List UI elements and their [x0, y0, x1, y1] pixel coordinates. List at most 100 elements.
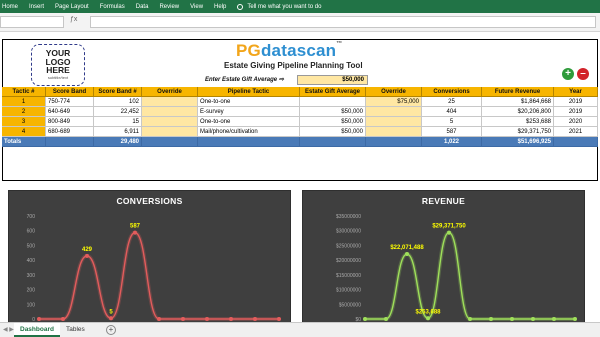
- data-point: [85, 253, 89, 258]
- cell-future-revenue[interactable]: $1,864,668: [482, 97, 554, 107]
- cell-score-override[interactable]: [142, 127, 198, 137]
- logo-tagline: subtitle/text: [47, 74, 69, 80]
- data-point: [109, 316, 113, 321]
- tab-scroll-arrows-icon[interactable]: ◀ ▶: [3, 326, 14, 333]
- cell-conversions[interactable]: 5: [422, 117, 482, 127]
- y-tick-label: $30000000: [336, 229, 361, 235]
- sheet-tab-tables[interactable]: Tables: [60, 323, 91, 337]
- ribbon-tab-help[interactable]: Help: [214, 4, 226, 10]
- cell-conversions[interactable]: 404: [422, 107, 482, 117]
- add-sheet-icon[interactable]: +: [106, 325, 116, 335]
- gift-average-input[interactable]: $50,000: [297, 75, 368, 85]
- add-row-button[interactable]: +: [562, 68, 574, 80]
- y-tick-label: $20000000: [336, 258, 361, 264]
- cell-conversions[interactable]: 587: [422, 127, 482, 137]
- header-future-revenue: Future Revenue: [482, 87, 554, 97]
- totals-gift-override: [366, 137, 422, 147]
- cell-tactic-number: 3: [2, 117, 46, 127]
- cell-score-band-count[interactable]: 102: [94, 97, 142, 107]
- cell-score-override[interactable]: [142, 97, 198, 107]
- formula-bar: ƒx: [0, 13, 600, 32]
- data-point: [447, 230, 451, 235]
- ribbon-tab-review[interactable]: Review: [159, 4, 179, 10]
- series-line: [38, 231, 279, 320]
- cell-year[interactable]: 2020: [554, 117, 598, 127]
- data-label: 587: [130, 224, 141, 230]
- cell-estate-gift-average[interactable]: $50,000: [300, 107, 366, 117]
- cell-gift-override[interactable]: $75,000: [366, 97, 422, 107]
- data-point: [552, 317, 556, 321]
- totals-score-override: [142, 137, 198, 147]
- cell-year[interactable]: 2019: [554, 97, 598, 107]
- header-year: Year: [554, 87, 598, 97]
- ribbon-tab-view[interactable]: View: [190, 4, 203, 10]
- cell-score-band[interactable]: 800-849: [46, 117, 94, 127]
- header-estate-gift-average: Estate Gift Average: [300, 87, 366, 97]
- revenue-chart-svg: $0$5000000$10000000$15000000$20000000$25…: [336, 214, 577, 330]
- ribbon-tab-page-layout[interactable]: Page Layout: [55, 4, 89, 10]
- cell-future-revenue[interactable]: $29,371,750: [482, 127, 554, 137]
- sheet-tab-bar: ◀ ▶ Dashboard Tables +: [0, 322, 600, 337]
- data-label: $22,071,488: [390, 245, 424, 251]
- cell-score-band[interactable]: 640-649: [46, 107, 94, 117]
- cell-year[interactable]: 2019: [554, 107, 598, 117]
- remove-row-button[interactable]: –: [577, 68, 589, 80]
- cell-score-override[interactable]: [142, 117, 198, 127]
- ribbon-tab-insert[interactable]: Insert: [29, 4, 44, 10]
- formula-input[interactable]: [90, 16, 596, 28]
- worksheet: YOUR LOGO HERE subtitle/text PGdatascan™…: [0, 32, 600, 337]
- sheet-tab-dashboard[interactable]: Dashboard: [14, 323, 60, 337]
- ribbon-tab-home[interactable]: Home: [2, 4, 18, 10]
- header-conversions: Conversions: [422, 87, 482, 97]
- data-label: $253,688: [415, 309, 441, 315]
- name-box[interactable]: [0, 16, 64, 28]
- cell-tactic-number: 4: [2, 127, 46, 137]
- revenue-chart: REVENUE $0 $5000000 $10000000 $15000000 $200…: [302, 190, 585, 337]
- cell-conversions[interactable]: 25: [422, 97, 482, 107]
- brand-pg: PG: [236, 41, 261, 60]
- data-label: 429: [82, 247, 93, 253]
- y-tick-label: 100: [27, 302, 36, 308]
- cell-score-band-count[interactable]: 22,452: [94, 107, 142, 117]
- header-score-band-count: Score Band #: [94, 87, 142, 97]
- header-gift-override: Override: [366, 87, 422, 97]
- table-row: 2 640-649 22,452 E-survey $50,000 404 $20,206,…: [2, 107, 598, 117]
- cell-gift-override[interactable]: [366, 127, 422, 137]
- arrow-right-icon: ⇨: [278, 77, 284, 83]
- tell-me-search[interactable]: Tell me what you want to do: [247, 4, 321, 10]
- cell-gift-override[interactable]: [366, 107, 422, 117]
- cell-future-revenue[interactable]: $253,688: [482, 117, 554, 127]
- cell-score-band[interactable]: 680-689: [46, 127, 94, 137]
- brand-tm: ™: [336, 41, 343, 47]
- fx-icon[interactable]: ƒx: [70, 16, 77, 23]
- data-point: [510, 317, 514, 321]
- data-point: [426, 316, 430, 321]
- y-tick-label: $5000000: [339, 302, 361, 308]
- cell-score-band-count[interactable]: 15: [94, 117, 142, 127]
- lightbulb-icon: [237, 3, 244, 10]
- cell-estate-gift-average[interactable]: $50,000: [300, 127, 366, 137]
- cell-score-band[interactable]: 750-774: [46, 97, 94, 107]
- data-point: [468, 317, 472, 321]
- cell-score-band-count[interactable]: 6,911: [94, 127, 142, 137]
- cell-pipeline-tactic[interactable]: Mail/phone/cultivation: [198, 127, 300, 137]
- table-row: 1 750-774 102 One-to-one $75,000 25 $1,864,668…: [2, 97, 598, 107]
- cell-gift-override[interactable]: [366, 117, 422, 127]
- y-tick-label: 600: [27, 229, 36, 235]
- cell-pipeline-tactic[interactable]: E-survey: [198, 107, 300, 117]
- cell-estate-gift-average[interactable]: $50,000: [300, 117, 366, 127]
- page-subtitle: Estate Giving Pipeline Planning Tool: [224, 61, 363, 70]
- ribbon-tab-data[interactable]: Data: [136, 4, 149, 10]
- totals-future-revenue: $51,696,925: [482, 137, 554, 147]
- cell-future-revenue[interactable]: $20,206,800: [482, 107, 554, 117]
- header-score-override: Override: [142, 87, 198, 97]
- data-point: [405, 252, 409, 257]
- ribbon-tab-formulas[interactable]: Formulas: [100, 4, 125, 10]
- totals-score-band: [46, 137, 94, 147]
- y-tick-label: 400: [27, 258, 36, 264]
- cell-pipeline-tactic[interactable]: One-to-one: [198, 117, 300, 127]
- cell-pipeline-tactic[interactable]: One-to-one: [198, 97, 300, 107]
- cell-year[interactable]: 2021: [554, 127, 598, 137]
- cell-score-override[interactable]: [142, 107, 198, 117]
- cell-estate-gift-average[interactable]: [300, 97, 366, 107]
